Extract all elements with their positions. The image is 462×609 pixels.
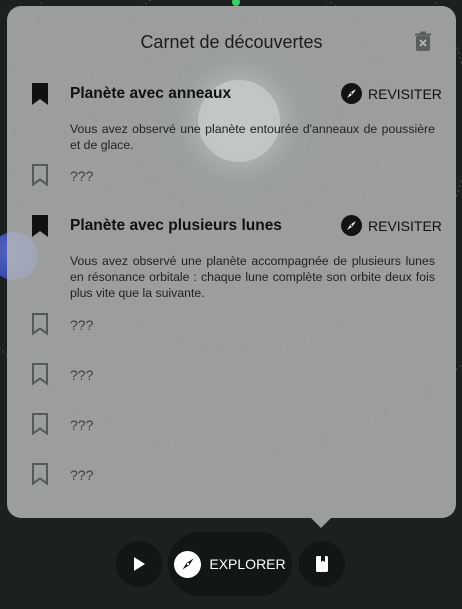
revisit-label: REVISITER: [368, 217, 442, 234]
bookmark-filled-icon[interactable]: [29, 82, 51, 106]
entry-description: Vous avez observé une planète accompagné…: [70, 254, 435, 300]
entry-title: ???: [70, 417, 94, 433]
revisit-label: REVISITER: [368, 85, 442, 102]
entry-title: ???: [70, 317, 94, 333]
play-button[interactable]: [116, 541, 162, 587]
discoveries-panel: Carnet de découvertes Planète avec annea…: [7, 6, 456, 518]
play-icon: [134, 557, 145, 571]
entry-title: ???: [70, 168, 94, 184]
panel-title: Carnet de découvertes: [140, 32, 323, 52]
entry-title: Planète avec anneaux: [70, 85, 232, 102]
compass-icon: [341, 215, 362, 236]
compass-icon: [174, 550, 202, 578]
revisit-button[interactable]: REVISITER: [341, 215, 442, 236]
bookmark-outline-icon[interactable]: [29, 362, 51, 386]
bookmark-outline-icon[interactable]: [29, 163, 51, 187]
bottom-controls: EXPLORER: [0, 530, 462, 600]
entry-title: ???: [70, 467, 94, 483]
panel-pointer: [311, 518, 331, 528]
trash-icon[interactable]: [413, 31, 433, 53]
entry-title: Planète avec plusieurs lunes: [70, 217, 282, 234]
bookmark-outline-icon[interactable]: [29, 412, 51, 436]
book-icon: [316, 556, 328, 572]
entry-description: Vous avez observé une planète entourée d…: [70, 122, 435, 152]
discoveries-book-button[interactable]: [299, 541, 345, 587]
bookmark-outline-icon[interactable]: [29, 462, 51, 486]
explore-button[interactable]: EXPLORER: [168, 532, 292, 596]
compass-icon: [341, 83, 362, 104]
explore-label: EXPLORER: [209, 556, 286, 572]
bookmark-filled-icon[interactable]: [29, 214, 51, 238]
entry-title: ???: [70, 367, 94, 383]
bookmark-outline-icon[interactable]: [29, 312, 51, 336]
revisit-button[interactable]: REVISITER: [341, 83, 442, 104]
